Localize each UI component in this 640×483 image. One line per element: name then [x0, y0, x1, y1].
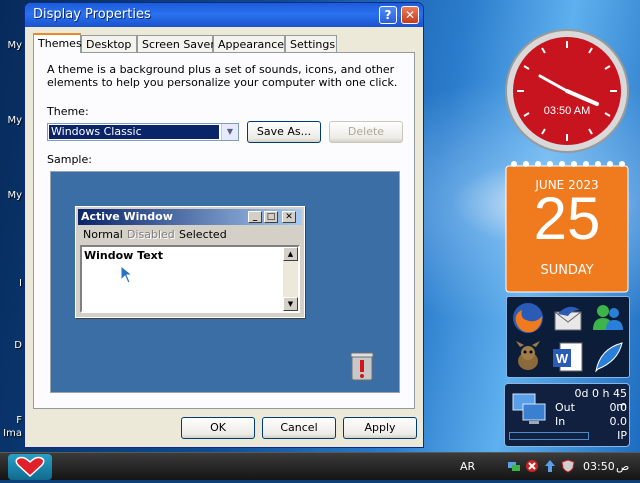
- taskbar-ampm: ص: [616, 460, 630, 473]
- window-title: Display Properties: [33, 7, 151, 22]
- out-label: Out: [555, 401, 575, 414]
- in-label: In: [555, 415, 566, 428]
- sample-active-window: Active Window _ □ ✕ Normal Disabled Sele…: [75, 206, 305, 318]
- firefox-icon[interactable]: [510, 300, 546, 336]
- start-button[interactable]: [8, 454, 52, 480]
- theme-description: A theme is a background plus a set of so…: [47, 63, 398, 89]
- tab-screen-saver[interactable]: Screen Saver: [137, 35, 215, 52]
- scroll-down-icon: ▼: [283, 297, 298, 311]
- calendar-day: 25: [533, 185, 601, 252]
- sample-label: Sample:: [47, 153, 92, 166]
- calendar-gadget[interactable]: JUNE 2023 25 SUNDAY: [504, 158, 630, 294]
- language-indicator[interactable]: AR: [460, 460, 475, 473]
- sample-menu-disabled: Disabled: [127, 228, 175, 241]
- sample-menu-selected: Selected: [179, 228, 227, 241]
- taskbar: AR 03:50 ص: [0, 452, 640, 480]
- desktop-icon-label[interactable]: My: [0, 40, 22, 51]
- chevron-down-icon[interactable]: ▼: [221, 124, 238, 140]
- desktop-icon-label[interactable]: D: [0, 340, 22, 351]
- apply-button[interactable]: Apply: [343, 417, 417, 439]
- clock-gadget[interactable]: 03:50 AM: [504, 28, 630, 154]
- delete-button[interactable]: Delete: [329, 121, 403, 143]
- desktop-icon-label[interactable]: Ima: [0, 428, 22, 439]
- cancel-button[interactable]: Cancel: [262, 417, 336, 439]
- desktop-icon-label[interactable]: I: [0, 278, 22, 289]
- save-as-button[interactable]: Save As...: [247, 121, 321, 143]
- maximize-icon: □: [264, 211, 278, 223]
- theme-dropdown[interactable]: Windows Classic ▼: [47, 123, 239, 141]
- close-icon: ✕: [282, 211, 296, 223]
- taskbar-clock[interactable]: 03:50: [583, 460, 615, 473]
- cursor-icon: [120, 265, 134, 284]
- sample-title: Active Window: [81, 210, 173, 223]
- thunderbird-icon[interactable]: [550, 300, 586, 336]
- heart-icon: [15, 456, 45, 478]
- desktop-icon-label[interactable]: My: [0, 190, 22, 201]
- theme-selected-value[interactable]: Windows Classic: [49, 125, 219, 139]
- tab-desktop[interactable]: Desktop: [81, 35, 137, 52]
- display-properties-window: Display Properties ? ✕ Themes Desktop Sc…: [24, 2, 424, 448]
- network-computers-icon: [512, 393, 546, 424]
- in-value: 0.0: [609, 415, 628, 428]
- calendar-weekday: SUNDAY: [540, 263, 594, 278]
- sample-title-bar: Active Window _ □ ✕: [78, 209, 302, 225]
- feather-icon[interactable]: [590, 339, 626, 375]
- desktop-icon-label[interactable]: F: [0, 415, 22, 426]
- word-icon[interactable]: W: [550, 339, 586, 375]
- desktop: My My My I D F Ima Display Properties ? …: [0, 0, 640, 452]
- sample-text-area: Window Text ▲ ▼: [80, 245, 300, 313]
- minimize-icon: _: [248, 211, 262, 223]
- out-value: 0.0: [609, 401, 628, 414]
- sample-menu-normal: Normal: [83, 228, 123, 241]
- gimp-icon[interactable]: [510, 339, 546, 375]
- theme-label: Theme:: [47, 105, 89, 118]
- sample-window-text: Window Text: [84, 249, 164, 262]
- tab-appearance[interactable]: Appearance: [213, 35, 285, 52]
- recycle-bin-icon: [350, 352, 374, 381]
- scroll-up-icon: ▲: [283, 247, 298, 261]
- sample-scrollbar: ▲ ▼: [283, 247, 298, 311]
- traffic-bar: [509, 432, 589, 440]
- app-launcher-gadget: W: [506, 296, 630, 378]
- protocol-label: IP: [617, 429, 627, 442]
- safely-remove-icon[interactable]: [543, 459, 557, 473]
- svg-text:W: W: [556, 351, 569, 366]
- shield-icon[interactable]: [561, 459, 575, 473]
- themes-panel: A theme is a background plus a set of so…: [33, 52, 415, 409]
- close-button[interactable]: ✕: [401, 6, 419, 24]
- ok-button[interactable]: OK: [181, 417, 255, 439]
- tab-settings[interactable]: Settings: [285, 35, 337, 52]
- tab-themes[interactable]: Themes: [33, 33, 82, 53]
- security-alert-icon[interactable]: [525, 459, 539, 473]
- network-monitor-gadget[interactable]: 0d 0 h 45 m Out 0.0 In 0.0 IP: [504, 383, 630, 447]
- network-tray-icon[interactable]: [507, 459, 521, 473]
- title-bar[interactable]: Display Properties ? ✕: [25, 3, 423, 27]
- help-button[interactable]: ?: [379, 6, 397, 24]
- clock-time: 03:50 AM: [544, 105, 590, 117]
- desktop-icon-label[interactable]: My: [0, 115, 22, 126]
- messenger-icon[interactable]: [590, 300, 626, 336]
- theme-sample-preview: Active Window _ □ ✕ Normal Disabled Sele…: [50, 171, 400, 393]
